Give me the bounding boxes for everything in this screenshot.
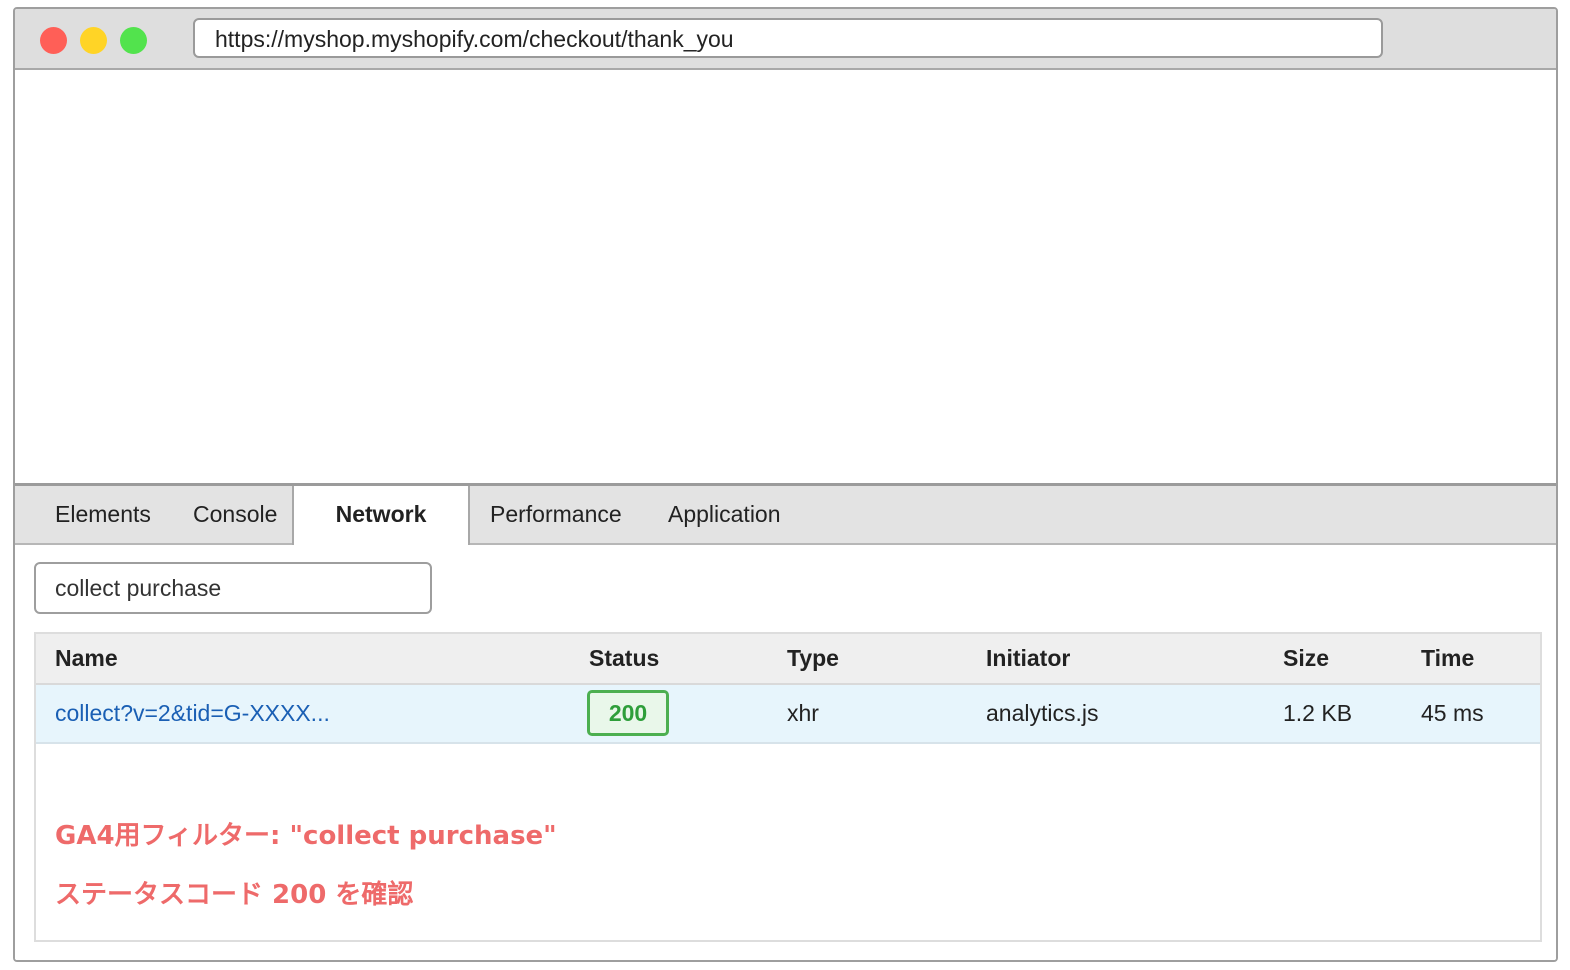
column-header-time[interactable]: Time <box>1421 634 1474 683</box>
tab-application[interactable]: Application <box>668 486 781 543</box>
column-header-name[interactable]: Name <box>55 634 118 683</box>
request-name-link[interactable]: collect?v=2&tid=G-XXXX... <box>55 685 330 742</box>
column-header-type[interactable]: Type <box>787 634 839 683</box>
request-time: 45 ms <box>1421 700 1484 726</box>
tab-console[interactable]: Console <box>193 486 277 543</box>
address-bar[interactable]: https://myshop.myshopify.com/checkout/th… <box>193 18 1383 58</box>
tab-network[interactable]: Network <box>292 486 470 545</box>
table-header: Name Status Type Initiator Size Time <box>36 634 1540 685</box>
maximize-window-button[interactable] <box>120 27 147 54</box>
status-badge: 200 <box>587 690 669 736</box>
column-header-status[interactable]: Status <box>589 634 659 683</box>
page-viewport <box>15 70 1556 483</box>
tab-performance[interactable]: Performance <box>490 486 622 543</box>
browser-window: https://myshop.myshopify.com/checkout/th… <box>13 7 1558 962</box>
column-header-initiator[interactable]: Initiator <box>986 634 1070 683</box>
annotation-status-note: ステータスコード 200 を確認 <box>55 880 414 910</box>
network-filter-input[interactable] <box>34 562 432 614</box>
close-window-button[interactable] <box>40 27 67 54</box>
request-type: xhr <box>787 700 819 726</box>
annotation-filter-note: GA4用フィルター: "collect purchase" <box>55 821 557 851</box>
minimize-window-button[interactable] <box>80 27 107 54</box>
column-header-size[interactable]: Size <box>1283 634 1329 683</box>
request-size: 1.2 KB <box>1283 700 1353 726</box>
network-request-table: Name Status Type Initiator Size Time col… <box>34 632 1542 942</box>
title-bar: https://myshop.myshopify.com/checkout/th… <box>15 9 1556 70</box>
devtools-tab-bar: Elements Console Network Performance App… <box>15 486 1556 545</box>
tab-elements[interactable]: Elements <box>55 486 151 543</box>
devtools-panel: Elements Console Network Performance App… <box>15 483 1556 960</box>
table-row[interactable]: collect?v=2&tid=G-XXXX... 200 xhr analyt… <box>36 685 1540 744</box>
request-initiator[interactable]: analytics.js <box>986 685 1098 742</box>
